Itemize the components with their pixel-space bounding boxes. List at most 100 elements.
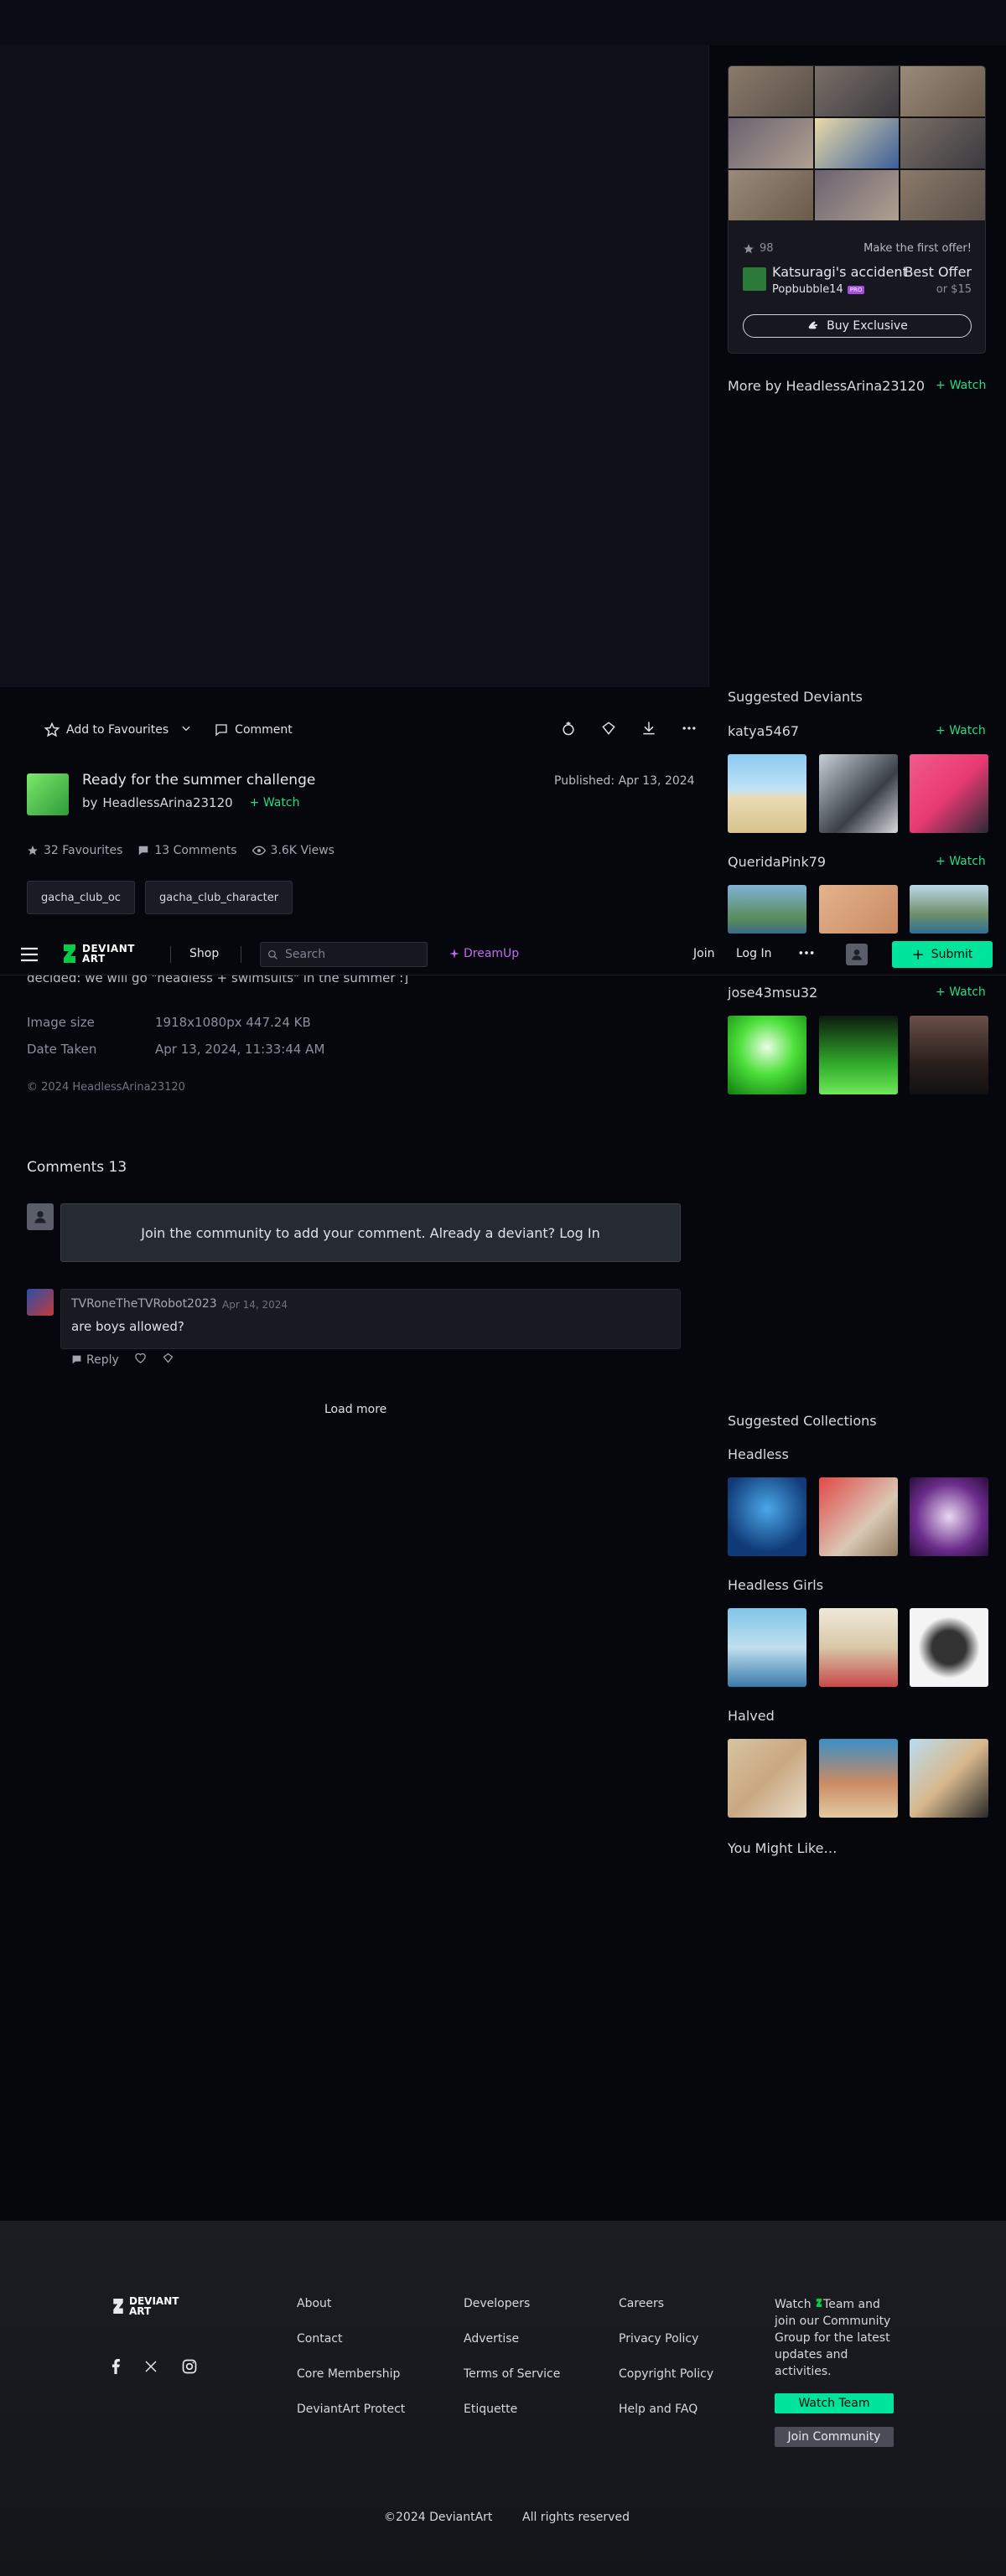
facebook-icon[interactable]: [111, 2359, 121, 2377]
footer-link[interactable]: About: [297, 2297, 405, 2310]
deviantart-logo[interactable]: DEVIANT ART: [60, 943, 135, 965]
collection-thumbnail[interactable]: [819, 1608, 898, 1687]
deviant-thumbnail[interactable]: [910, 885, 988, 934]
offer-image[interactable]: [729, 66, 985, 220]
suggested-user-name[interactable]: QueridaPink79: [728, 854, 826, 870]
more-options-icon[interactable]: [681, 720, 697, 740]
offer-author[interactable]: Popbubble14 PRO: [772, 283, 865, 296]
deviant-thumbnail[interactable]: [910, 754, 988, 833]
comment-date[interactable]: Apr 14, 2024: [222, 1299, 288, 1311]
user-avatar-icon[interactable]: [846, 944, 868, 965]
deviantart-logo-icon: [113, 2299, 123, 2314]
comments-count[interactable]: 13 Comments: [137, 844, 237, 857]
suggested-collections-title: Suggested Collections: [728, 1413, 877, 1429]
footer-link[interactable]: Copyright Policy: [619, 2367, 713, 2381]
collection-thumbnail[interactable]: [819, 1739, 898, 1818]
deviant-thumbnail[interactable]: [819, 1016, 898, 1094]
first-offer-link[interactable]: Make the first offer!: [863, 242, 972, 255]
buy-exclusive-button[interactable]: Buy Exclusive: [743, 314, 972, 338]
tag-chip[interactable]: gacha_club_character: [145, 881, 293, 914]
commenter-avatar[interactable]: [27, 1289, 54, 1316]
avatar[interactable]: [743, 267, 766, 291]
load-more-button[interactable]: Load more: [324, 1403, 386, 1416]
offer-title[interactable]: Katsuragi's accident: [772, 264, 908, 280]
favourites-count: 32 Favourites: [27, 844, 122, 857]
download-icon[interactable]: [640, 720, 657, 740]
login-link[interactable]: Log In: [736, 947, 771, 960]
dreamup-link[interactable]: DreamUp: [449, 947, 519, 960]
author-avatar[interactable]: [27, 773, 69, 815]
badge-icon[interactable]: [600, 720, 617, 740]
footer-logo[interactable]: DEVIANT ART: [111, 2296, 179, 2316]
footer-link[interactable]: Careers: [619, 2297, 713, 2310]
suggested-user-name[interactable]: katya5467: [728, 723, 799, 739]
deviant-thumbnail[interactable]: [728, 1016, 806, 1094]
more-icon[interactable]: [798, 947, 815, 962]
comment-button[interactable]: Comment: [214, 722, 293, 737]
more-by-title[interactable]: More by HeadlessArina23120: [728, 378, 925, 394]
heart-icon[interactable]: [134, 1352, 147, 1368]
collection-thumbnail[interactable]: [728, 1477, 806, 1556]
suggested-watch-button[interactable]: + Watch: [936, 724, 986, 737]
footer-link[interactable]: DeviantArt Protect: [297, 2403, 405, 2416]
suggested-user-name[interactable]: jose43msu32: [728, 985, 817, 1001]
collection-thumbnail[interactable]: [728, 1739, 806, 1818]
badge-icon[interactable]: [162, 1352, 174, 1368]
footer-rights: All rights reserved: [522, 2511, 630, 2524]
copyright-note: © 2024 HeadlessArina23120: [27, 1081, 185, 1094]
suggested-watch-button[interactable]: + Watch: [936, 985, 986, 999]
watch-team-button[interactable]: Watch Team: [775, 2393, 894, 2413]
reply-button[interactable]: Reply: [71, 1353, 119, 1367]
footer-link[interactable]: Developers: [464, 2297, 560, 2310]
footer-link[interactable]: Terms of Service: [464, 2367, 560, 2381]
star-outline-icon: [44, 722, 60, 737]
tag-chip[interactable]: gacha_club_oc: [27, 881, 135, 914]
collection-thumbnail[interactable]: [728, 1608, 806, 1687]
instagram-icon[interactable]: [181, 2358, 198, 2378]
collection-name[interactable]: Headless Girls: [728, 1577, 823, 1593]
footer-link[interactable]: Privacy Policy: [619, 2332, 713, 2346]
deviation-title: Ready for the summer challenge: [82, 772, 316, 789]
chevron-down-icon[interactable]: [180, 722, 192, 737]
collection-thumbnail[interactable]: [910, 1608, 988, 1687]
sparkle-icon: [449, 949, 459, 959]
watch-author-button[interactable]: + Watch: [250, 796, 300, 810]
footer-link[interactable]: Core Membership: [297, 2367, 405, 2381]
author-link[interactable]: HeadlessArina23120: [102, 795, 232, 810]
menu-icon[interactable]: [20, 946, 39, 966]
submit-button[interactable]: + Submit: [892, 941, 993, 968]
gift-icon[interactable]: [560, 720, 577, 740]
footer: DEVIANT ART About Contact Core Membership…: [0, 2221, 1006, 2576]
comment-icon: [72, 1355, 81, 1364]
deviant-thumbnail[interactable]: [819, 754, 898, 833]
deviant-thumbnail[interactable]: [728, 885, 806, 934]
deviant-thumbnail[interactable]: [910, 1016, 988, 1094]
footer-link[interactable]: Help and FAQ: [619, 2403, 713, 2416]
x-icon[interactable]: [144, 2360, 158, 2377]
join-link[interactable]: Join: [693, 947, 714, 960]
suggested-watch-button[interactable]: + Watch: [936, 855, 986, 868]
deviant-thumbnail[interactable]: [728, 754, 806, 833]
collection-name[interactable]: Headless: [728, 1446, 789, 1462]
footer-link[interactable]: Advertise: [464, 2332, 560, 2346]
add-to-favourites-button[interactable]: Add to Favourites: [44, 722, 169, 738]
search-input[interactable]: Search: [260, 942, 428, 967]
comment-author[interactable]: TVRoneTheTVRobot2023: [71, 1297, 217, 1311]
join-community-prompt[interactable]: Join the community to add your comment. …: [60, 1203, 681, 1262]
footer-link[interactable]: Contact: [297, 2332, 405, 2346]
comment-icon: [139, 846, 148, 856]
join-community-button[interactable]: Join Community: [775, 2427, 894, 2447]
comment-box: TVRoneTheTVRobot2023 Apr 14, 2024 are bo…: [60, 1289, 681, 1349]
offer-price: or $15: [936, 283, 972, 296]
shop-link[interactable]: Shop: [189, 947, 219, 960]
comments-heading: Comments 13: [27, 1159, 127, 1176]
collection-thumbnail[interactable]: [910, 1477, 988, 1556]
collection-thumbnail[interactable]: [819, 1477, 898, 1556]
deviant-thumbnail[interactable]: [819, 885, 898, 934]
footer-link[interactable]: Etiquette: [464, 2403, 560, 2416]
more-by-watch-button[interactable]: + Watch: [936, 379, 986, 392]
offer-card[interactable]: 98 Make the first offer! Katsuragi's acc…: [728, 65, 986, 354]
collection-name[interactable]: Halved: [728, 1708, 775, 1724]
collection-thumbnail[interactable]: [910, 1739, 988, 1818]
plus-icon: +: [936, 379, 946, 392]
